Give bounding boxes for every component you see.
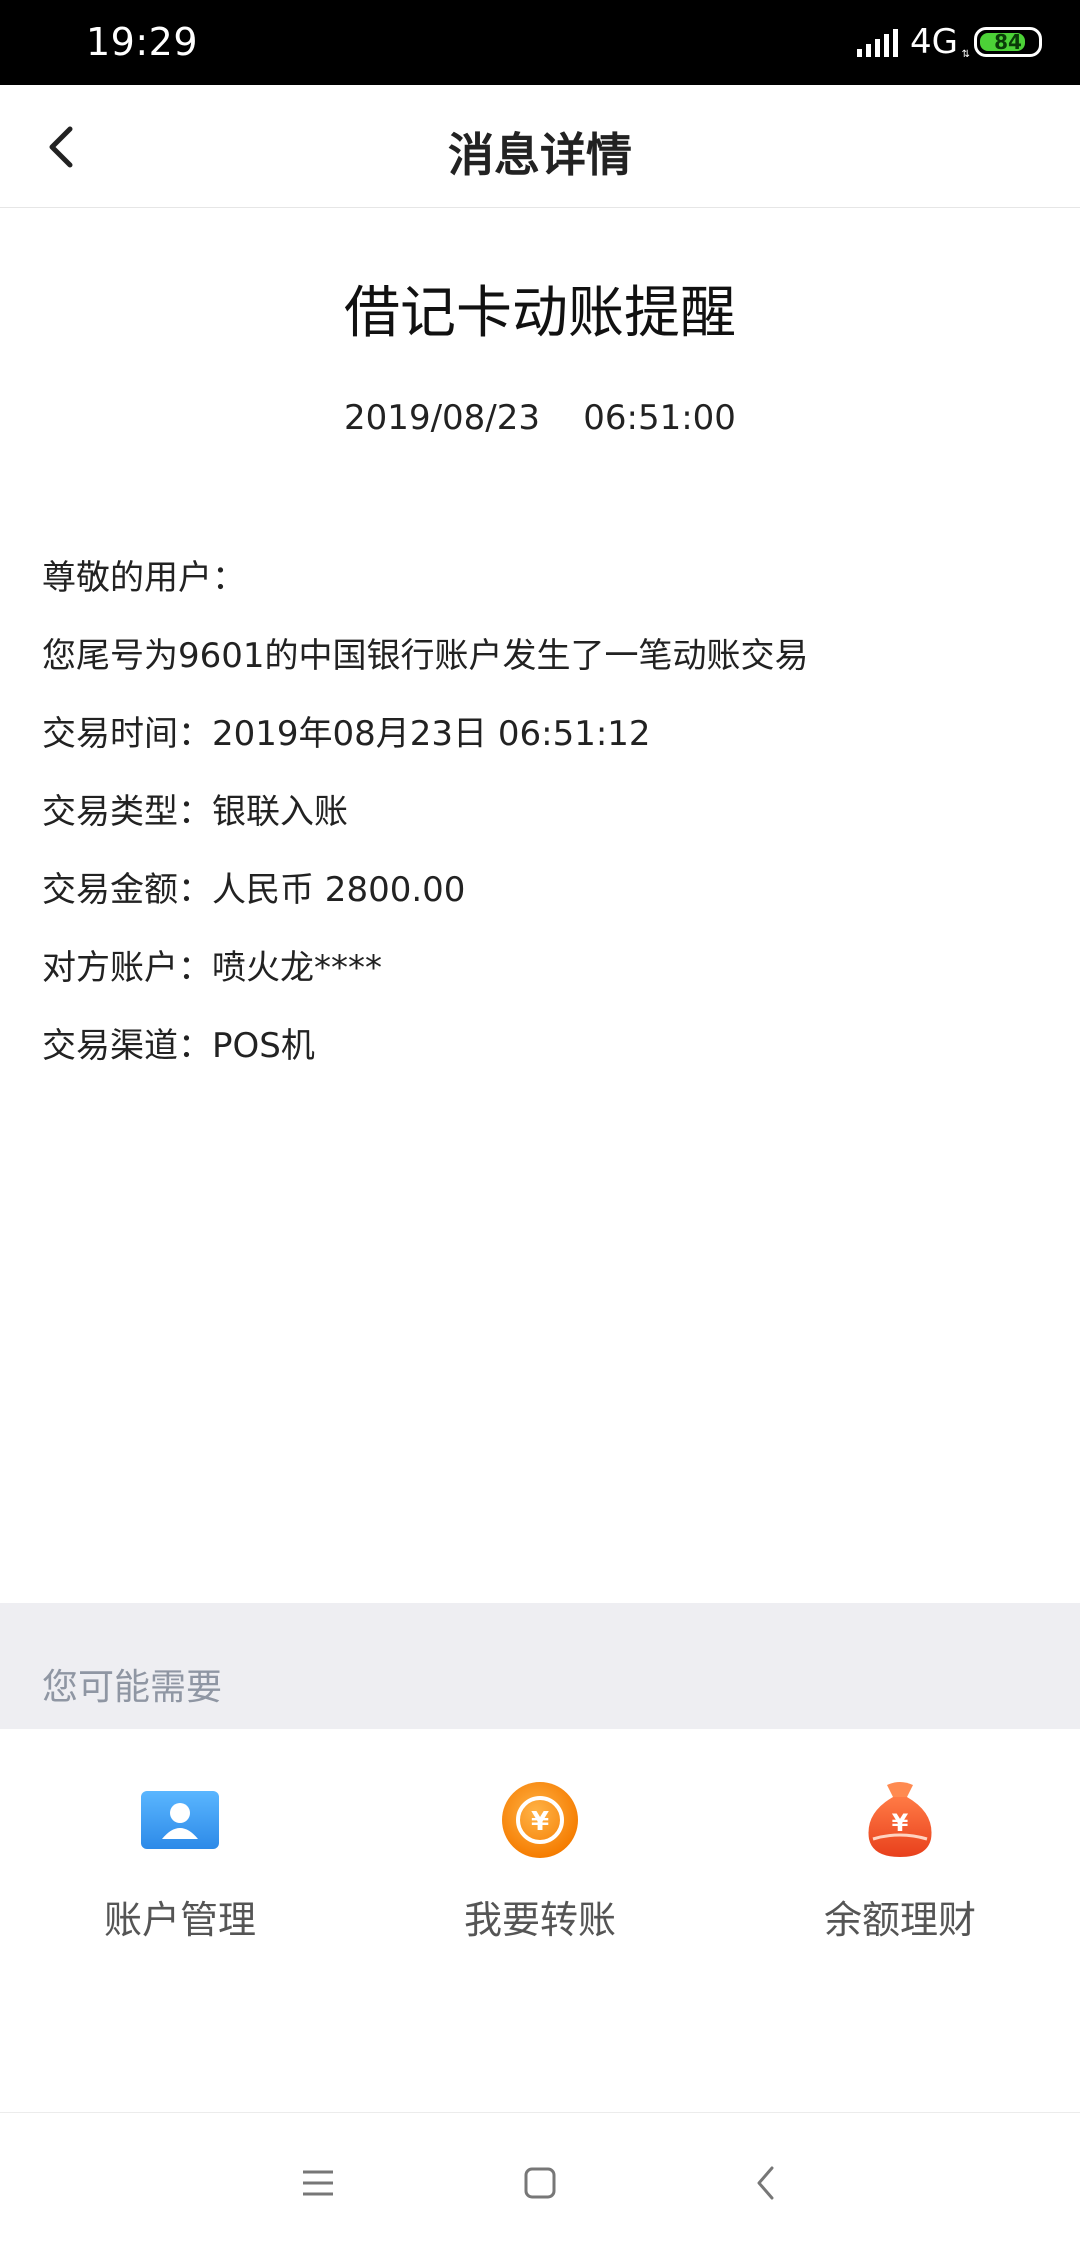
- shortcut-transfer[interactable]: ¥ 我要转账: [360, 1729, 720, 1979]
- shortcut-label: 我要转账: [463, 1898, 616, 1942]
- message-title: 借记卡动账提醒: [344, 281, 736, 346]
- network-type: 4G ⇅: [910, 22, 970, 62]
- transaction-amount: 交易金额：人民币 2800.00: [42, 870, 466, 910]
- shortcut-wealth[interactable]: ¥ 余额理财: [720, 1729, 1080, 1979]
- shortcut-account-management[interactable]: 账户管理: [0, 1729, 360, 1979]
- menu-icon: [303, 2170, 333, 2196]
- message-line: 您尾号为9601的中国银行账户发生了一笔动账交易: [42, 636, 809, 676]
- shortcut-row: 账户管理 ¥ 我要转账 ¥ 余额理财: [0, 1729, 1080, 1979]
- transaction-channel: 交易渠道：POS机: [42, 1026, 315, 1066]
- status-time: 19:29: [86, 20, 199, 64]
- signal-icon: [853, 27, 899, 57]
- shortcut-label: 账户管理: [103, 1898, 256, 1942]
- account-card-icon: [141, 1791, 219, 1849]
- transaction-type: 交易类型：银联入账: [42, 792, 348, 832]
- money-bag-icon: ¥: [868, 1782, 932, 1857]
- shortcut-label: 余额理财: [823, 1898, 976, 1942]
- status-indicators: 4G ⇅ 84: [853, 22, 1042, 62]
- yuan-coin-icon: ¥: [502, 1782, 578, 1858]
- home-square-icon: [524, 2167, 556, 2199]
- nav-bar: 消息详情: [0, 85, 1080, 208]
- battery-level: 84: [994, 30, 1022, 54]
- suggestions-section: 您可能需要 账户管理 ¥ 我要转账 ¥ 余额理财: [0, 1603, 1080, 1979]
- suggestions-header: 您可能需要: [42, 1667, 223, 1708]
- home-button[interactable]: [510, 2153, 570, 2213]
- page-title: 消息详情: [448, 128, 632, 182]
- transaction-time: 交易时间：2019年08月23日 06:51:12: [42, 714, 651, 754]
- counterparty-account: 对方账户：喷火龙****: [42, 948, 382, 988]
- svg-text:¥: ¥: [892, 1809, 909, 1837]
- svg-text:¥: ¥: [531, 1807, 549, 1837]
- battery-icon: 84: [974, 27, 1042, 57]
- message-body: 尊敬的用户： 您尾号为9601的中国银行账户发生了一笔动账交易 交易时间：201…: [42, 558, 1042, 1104]
- message-greeting: 尊敬的用户：: [42, 558, 246, 598]
- status-bar: 19:29 4G ⇅ 84: [0, 0, 1080, 85]
- system-nav-bar: [0, 2112, 1080, 2245]
- message-datetime: 2019/08/23 06:51:00: [344, 398, 736, 438]
- menu-button[interactable]: [288, 2153, 348, 2213]
- system-back-button[interactable]: [736, 2153, 796, 2213]
- back-arrow-icon: [757, 2166, 774, 2200]
